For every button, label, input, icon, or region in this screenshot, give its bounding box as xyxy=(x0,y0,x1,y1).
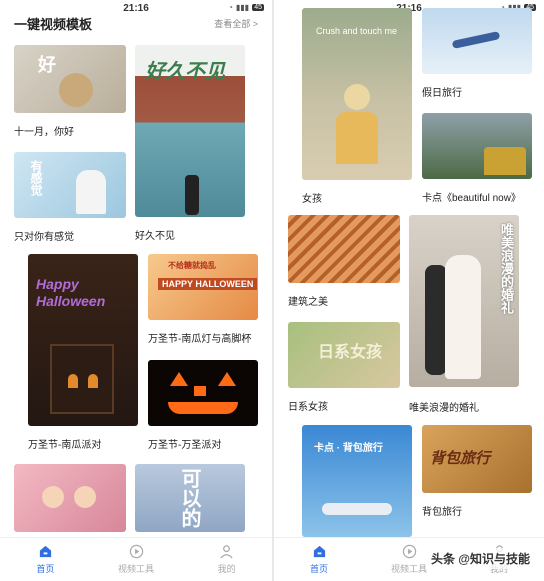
tab-home[interactable]: 首页 xyxy=(0,538,91,581)
tab-video-tools[interactable]: 视频工具 xyxy=(91,538,182,581)
wifi-icon: ◔ xyxy=(228,3,233,12)
thumbnail-overlay: 唯美浪漫的婚礼 xyxy=(499,223,514,314)
template-card[interactable]: 背包旅行 背包旅行 xyxy=(422,425,532,519)
template-card[interactable]: 不给糖就捣乱 HAPPY HALLOWEEN 万圣节-南瓜灯与高脚杯 xyxy=(148,254,258,346)
thumbnail-overlay: 好久不见 xyxy=(145,61,225,83)
template-thumbnail xyxy=(422,113,532,179)
template-card[interactable] xyxy=(14,464,126,536)
template-title: 女孩 xyxy=(302,194,322,205)
template-card[interactable]: Crush and touch me 女孩 xyxy=(302,8,412,205)
home-icon xyxy=(313,545,325,558)
right-screen: 21:16 ◔ ▮▮▮ 45 Crush and touch me 女孩 假日旅… xyxy=(272,0,544,581)
template-title: 万圣节-万圣派对 xyxy=(148,440,222,451)
tab-label: 我的 xyxy=(217,564,236,574)
thumbnail-overlay: 日系女孩 xyxy=(318,344,383,361)
thumbnail-overlay: 好 xyxy=(38,55,56,75)
battery-icon: 45 xyxy=(252,4,264,11)
thumbnail-overlay: 可以的 xyxy=(178,468,200,528)
thumbnail-overlay-top: 不给糖就捣乱 xyxy=(168,261,216,270)
template-card[interactable]: Happy Halloween 万圣节-南瓜派对 xyxy=(28,254,138,451)
template-card[interactable]: 建筑之美 xyxy=(288,215,400,309)
template-thumbnail: 好久不见 xyxy=(135,45,245,217)
thumbnail-overlay: Crush and touch me xyxy=(316,26,398,36)
thumbnail-overlay: 卡点 · 背包旅行 xyxy=(314,443,383,454)
template-title: 日系女孩 xyxy=(288,402,328,413)
template-card[interactable]: 有感觉 只对你有感觉 xyxy=(14,152,126,243)
watermark: 头条 @知识与技能 xyxy=(426,548,534,569)
template-title: 卡点《beautiful now》 xyxy=(422,193,521,204)
template-thumbnail: 日系女孩 xyxy=(288,322,400,388)
template-thumbnail xyxy=(148,360,258,426)
left-screen: 21:16 ◔ ▮▮▮ 45 一键视频模板 查看全部 > 好 十一月，你好 好久… xyxy=(0,0,272,581)
thumbnail-overlay: 有感觉 xyxy=(29,160,43,196)
template-thumbnail xyxy=(288,215,400,283)
template-title: 假日旅行 xyxy=(422,88,462,99)
template-thumbnail: 卡点 · 背包旅行 xyxy=(302,425,412,537)
thumbnail-overlay: HAPPY HALLOWEEN xyxy=(158,278,258,290)
template-thumbnail: Happy Halloween xyxy=(28,254,138,426)
template-thumbnail: Crush and touch me xyxy=(302,8,412,180)
template-card[interactable]: 好久不见 好久不见 xyxy=(135,45,245,242)
template-card[interactable]: 日系女孩 日系女孩 xyxy=(288,322,400,414)
template-title: 万圣节-南瓜派对 xyxy=(28,440,102,451)
status-icons: ◔ ▮▮▮ 45 xyxy=(228,3,264,12)
template-thumbnail: 可以的 xyxy=(135,464,245,532)
template-thumbnail: 不给糖就捣乱 HAPPY HALLOWEEN xyxy=(148,254,258,320)
see-all-link[interactable]: 查看全部 > xyxy=(214,17,258,30)
template-thumbnail: 背包旅行 xyxy=(422,425,532,493)
template-card[interactable]: 卡点 · 背包旅行 xyxy=(302,425,412,537)
template-title: 十一月，你好 xyxy=(14,127,74,138)
template-card[interactable]: 唯美浪漫的婚礼 唯美浪漫的婚礼 xyxy=(409,215,519,414)
tab-label: 视频工具 xyxy=(390,564,427,574)
bottom-tab-bar: 首页 视频工具 我的 xyxy=(0,537,272,581)
template-thumbnail xyxy=(14,464,126,532)
template-thumbnail: 唯美浪漫的婚礼 xyxy=(409,215,519,387)
template-thumbnail xyxy=(422,8,532,74)
tab-label: 首页 xyxy=(309,564,328,574)
template-card[interactable]: 好 十一月，你好 xyxy=(14,45,126,140)
template-card[interactable]: 可以的 xyxy=(135,464,245,536)
template-title: 好久不见 xyxy=(135,231,175,242)
thumbnail-overlay: 背包旅行 xyxy=(430,450,491,467)
tab-label: 视频工具 xyxy=(118,564,155,574)
user-icon xyxy=(220,545,233,559)
template-title: 建筑之美 xyxy=(288,297,328,308)
play-icon xyxy=(402,544,416,559)
template-title: 万圣节-南瓜灯与高脚杯 xyxy=(148,334,252,345)
tab-profile[interactable]: 我的 xyxy=(181,538,272,581)
tab-label: 首页 xyxy=(36,564,55,574)
template-card[interactable]: 卡点《beautiful now》 xyxy=(422,113,532,205)
template-thumbnail: 好 xyxy=(14,45,126,113)
signal-icon: ▮▮▮ xyxy=(235,3,250,12)
thumbnail-overlay: Happy Halloween xyxy=(36,276,106,309)
template-title: 背包旅行 xyxy=(422,507,462,518)
template-thumbnail: 有感觉 xyxy=(14,152,126,218)
template-card[interactable]: 假日旅行 xyxy=(422,8,532,100)
template-card[interactable]: 万圣节-万圣派对 xyxy=(148,360,258,452)
home-icon xyxy=(39,545,51,558)
tab-home[interactable]: 首页 xyxy=(274,538,364,581)
play-icon xyxy=(129,544,143,559)
section-title: 一键视频模板 xyxy=(14,17,93,32)
template-title: 唯美浪漫的婚礼 xyxy=(409,403,479,414)
template-title: 只对你有感觉 xyxy=(14,232,74,243)
